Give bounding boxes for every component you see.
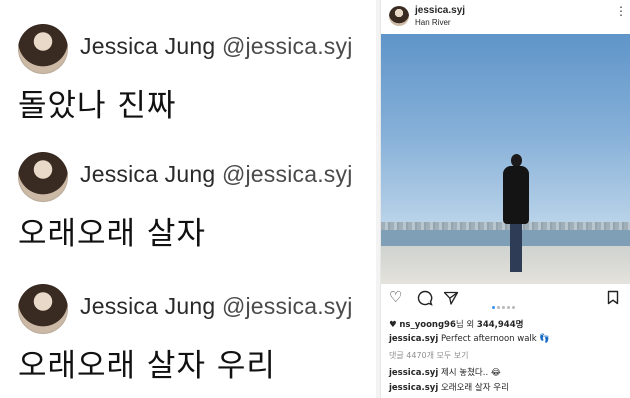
tweet-author: Jessica Jung @jessica.syj — [80, 161, 353, 188]
tweet-text: 오래오래 살자 — [18, 216, 206, 252]
person-coat — [503, 166, 529, 224]
comment-text: 제시 놓쳤다.. 😂 — [440, 368, 501, 378]
post-actions: ♡ — [381, 288, 630, 310]
share-icon[interactable] — [443, 290, 459, 310]
caption-text: Perfect afternoon walk 👣 — [440, 334, 550, 344]
carousel-dot[interactable] — [502, 306, 505, 309]
comment-bubble-icon — [417, 290, 433, 306]
carousel-dot[interactable] — [492, 306, 495, 309]
author-name[interactable]: Jessica Jung — [80, 33, 215, 59]
post-caption: jessica.syj Perfect afternoon walk 👣 — [389, 334, 550, 344]
tweet-author: Jessica Jung @jessica.syj — [80, 293, 353, 320]
author-handle[interactable]: @jessica.syj — [222, 293, 353, 319]
tweet-screenshots-panel: Jessica Jung @jessica.syj 돌았나 진짜 Jessica… — [0, 0, 376, 398]
more-options-icon[interactable]: ⋮ — [615, 5, 627, 17]
comment-row: jessica.syj 제시 놓쳤다.. 😂 — [389, 366, 501, 378]
person-legs — [510, 224, 522, 272]
author-handle[interactable]: @jessica.syj — [222, 33, 353, 59]
author-name[interactable]: Jessica Jung — [80, 161, 215, 187]
comment-username[interactable]: jessica.syj — [389, 368, 438, 378]
heart-icon[interactable]: ♡ — [389, 290, 402, 306]
comment-icon[interactable] — [417, 290, 433, 310]
post-username[interactable]: jessica.syj — [415, 5, 465, 16]
post-header: jessica.syj Han River ⋮ — [381, 0, 630, 34]
carousel-dot[interactable] — [512, 306, 515, 309]
author-handle[interactable]: @jessica.syj — [222, 161, 353, 187]
avatar[interactable] — [389, 6, 409, 26]
tweet-text: 돌았나 진짜 — [18, 88, 177, 124]
likes-line: ♥ ns_yoong96님 외 344,944명 — [389, 318, 523, 330]
bookmark-icon[interactable] — [607, 290, 619, 309]
carousel-dots — [491, 296, 516, 314]
comment-row: jessica.syj 오래오래 살자 우리 — [389, 381, 509, 393]
avatar[interactable] — [18, 24, 68, 74]
post-photo[interactable] — [381, 34, 630, 284]
tweet-text: 오래오래 살자 우리 — [18, 348, 276, 384]
tweet-author: Jessica Jung @jessica.syj — [80, 33, 353, 60]
avatar[interactable] — [18, 152, 68, 202]
comment-username[interactable]: jessica.syj — [389, 383, 438, 393]
instagram-post: jessica.syj Han River ⋮ ♡ ♥ ns_yoong96님 … — [380, 0, 630, 398]
likes-mid-text: 님 외 — [455, 320, 475, 330]
paper-plane-icon — [443, 291, 459, 305]
avatar[interactable] — [18, 284, 68, 334]
carousel-dot[interactable] — [497, 306, 500, 309]
view-all-comments-link[interactable]: 댓글 4470개 모두 보기 — [389, 350, 469, 361]
caption-username[interactable]: jessica.syj — [389, 334, 438, 344]
author-name[interactable]: Jessica Jung — [80, 293, 215, 319]
liker-username[interactable]: ns_yoong96 — [399, 320, 456, 330]
likes-count[interactable]: 344,944명 — [477, 320, 524, 330]
post-location[interactable]: Han River — [415, 18, 451, 27]
carousel-dot[interactable] — [507, 306, 510, 309]
heart-small-icon: ♥ — [389, 320, 397, 330]
person-figure — [501, 154, 531, 274]
comment-text: 오래오래 살자 우리 — [440, 383, 509, 393]
bookmark-shape-icon — [607, 290, 619, 305]
